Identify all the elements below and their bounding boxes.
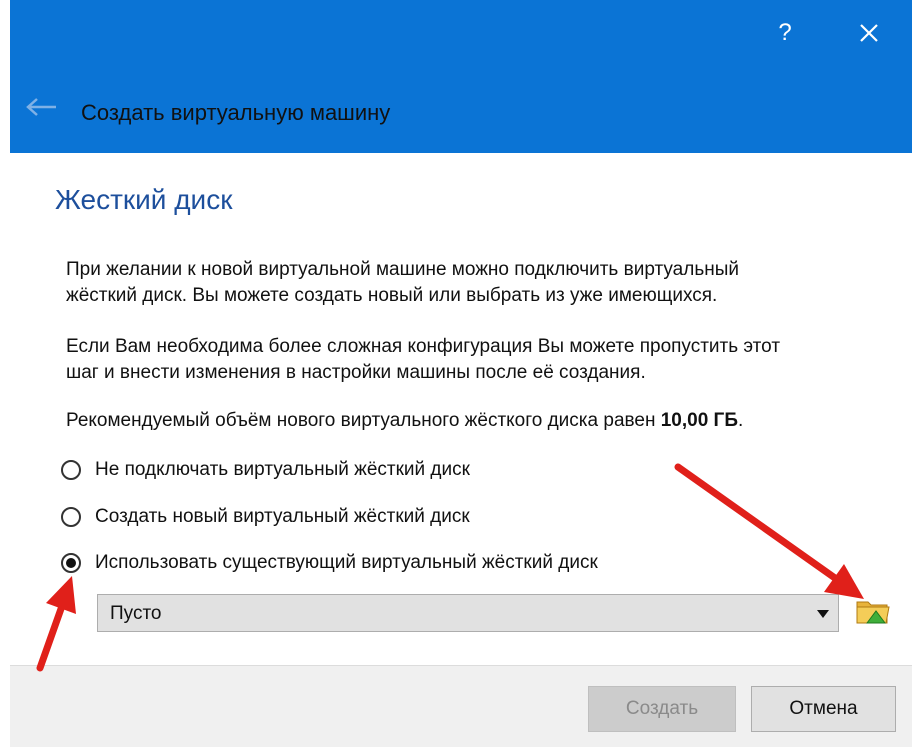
recommended-label: Рекомендуемый объём нового виртуального …	[66, 410, 661, 431]
dropdown-arrow-icon	[817, 610, 829, 618]
disk-select-dropdown[interactable]: Пусто	[97, 594, 839, 632]
radio-button[interactable]	[61, 507, 81, 527]
radio-label: Не подключать виртуальный жёсткий диск	[95, 459, 470, 480]
disk-select-value: Пусто	[110, 603, 162, 624]
description-line: При желании к новой виртуальной машине м…	[66, 259, 739, 280]
radio-label: Использовать существующий виртуальный жё…	[95, 552, 598, 573]
description-paragraph-2: Если Вам необходима более сложная конфиг…	[66, 334, 780, 386]
radio-label: Создать новый виртуальный жёсткий диск	[95, 506, 470, 527]
dialog-footer: Создать Отмена	[10, 665, 912, 747]
description-paragraph-1: При желании к новой виртуальной машине м…	[66, 257, 739, 309]
recommended-suffix: .	[738, 410, 744, 431]
radio-button-selected[interactable]	[61, 553, 81, 573]
radio-use-existing-disk[interactable]: Использовать существующий виртуальный жё…	[61, 548, 598, 578]
page-title: Жесткий диск	[55, 184, 233, 215]
radio-button[interactable]	[61, 460, 81, 480]
window-titlebar: ? Создать виртуальную машину	[10, 0, 912, 153]
recommended-size-text: Рекомендуемый объём нового виртуального …	[66, 408, 743, 434]
radio-selected-dot	[66, 558, 76, 568]
folder-icon[interactable]	[855, 593, 891, 629]
close-button[interactable]	[846, 12, 892, 54]
description-line: жёсткий диск. Вы можете создать новый ил…	[66, 285, 718, 306]
close-icon	[860, 24, 878, 42]
create-button[interactable]: Создать	[588, 686, 736, 732]
cancel-button[interactable]: Отмена	[751, 686, 896, 732]
back-arrow-icon[interactable]	[24, 96, 58, 118]
help-icon: ?	[778, 19, 792, 46]
wizard-page: Жесткий диск При желании к новой виртуал…	[10, 153, 912, 665]
wizard-title: Создать виртуальную машину	[81, 100, 391, 125]
radio-create-disk[interactable]: Создать новый виртуальный жёсткий диск	[61, 502, 470, 532]
description-line: Если Вам необходима более сложная конфиг…	[66, 336, 781, 357]
recommended-size-value: 10,00 ГБ	[660, 410, 738, 431]
radio-no-disk[interactable]: Не подключать виртуальный жёсткий диск	[61, 455, 470, 485]
help-button[interactable]: ?	[762, 12, 808, 54]
description-line: шаг и внести изменения в настройки машин…	[66, 362, 646, 383]
